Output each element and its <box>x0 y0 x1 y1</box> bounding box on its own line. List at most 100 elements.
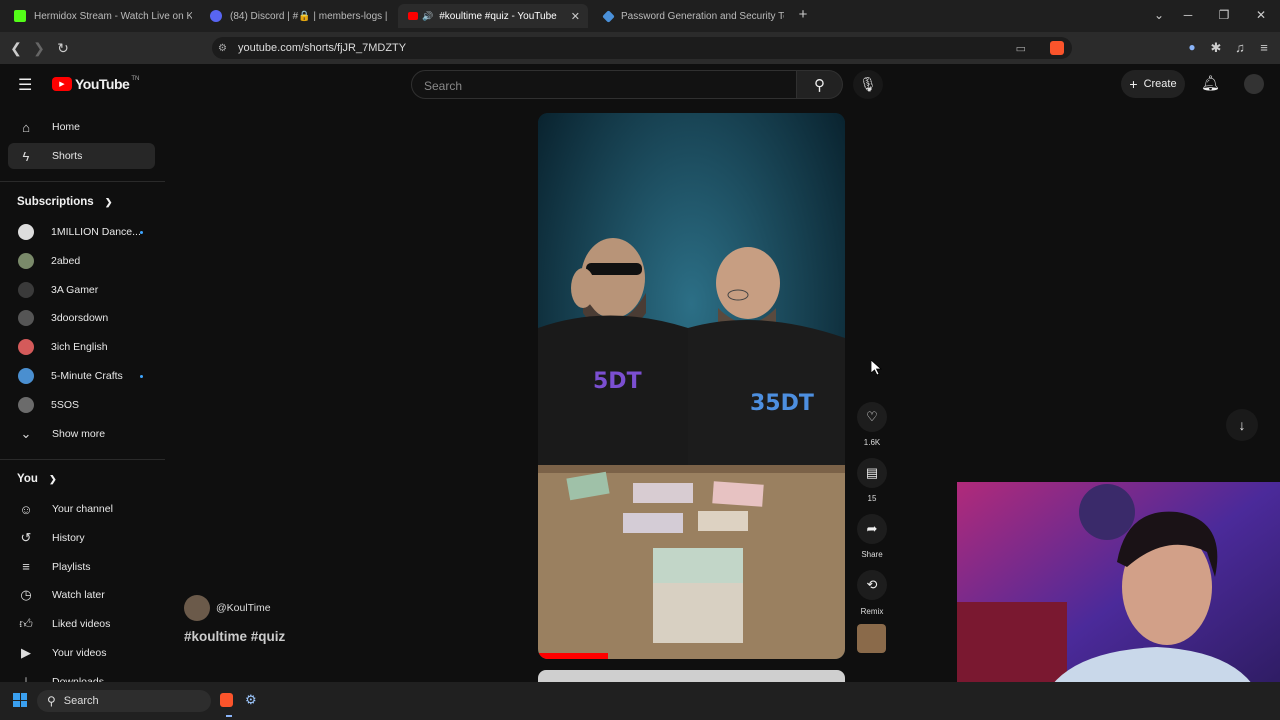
forward-icon[interactable]: ❯ <box>31 40 47 57</box>
close-window-icon[interactable]: ✕ <box>1253 8 1269 22</box>
windows-start-icon[interactable] <box>13 693 27 707</box>
svg-text:5DT: 5DT <box>593 369 642 394</box>
sidebar-item-label: History <box>52 531 85 544</box>
like-button[interactable]: ♡ <box>857 402 887 432</box>
sidebar-item-your-channel[interactable]: ☺ Your channel <box>8 496 155 522</box>
mouse-cursor-icon <box>871 360 883 376</box>
tab-discord[interactable]: (84) Discord | #🔒 | members-logs | <box>200 4 388 28</box>
profile-icon[interactable]: ● <box>1184 40 1200 54</box>
channel-name[interactable]: @KoulTime <box>216 602 271 614</box>
search-input[interactable]: Search <box>411 70 797 99</box>
sidebar: ⌂ Home ϟ Shorts Subscriptions ❯ 1MILLION… <box>0 104 165 682</box>
notifications-bell-icon[interactable]: 🔔︎ <box>1201 74 1220 92</box>
windows-taskbar: ⚲ Search ⚙ <box>0 682 1280 720</box>
close-tab-icon[interactable]: ✕ <box>571 10 580 23</box>
sound-thumbnail[interactable] <box>857 624 886 653</box>
sidebar-item-home[interactable]: ⌂ Home <box>8 114 155 140</box>
share-button[interactable]: ➦ <box>857 514 887 544</box>
youtube-play-icon: ▶ <box>52 77 72 91</box>
home-icon: ⌂ <box>22 119 30 135</box>
search-icon: ⚲ <box>814 76 825 94</box>
next-short-button[interactable]: ↓ <box>1226 409 1258 441</box>
steam-taskbar-icon[interactable]: ⚙ <box>245 692 257 708</box>
show-more-button[interactable]: ⌄ Show more <box>8 421 155 447</box>
new-tab-icon[interactable]: + <box>795 6 811 23</box>
shorts-icon: ϟ <box>22 148 30 164</box>
comments-button[interactable]: ▤ <box>857 458 887 488</box>
subscription-name: 3A Gamer <box>51 283 99 296</box>
brave-shield-icon[interactable] <box>1050 41 1064 55</box>
subscription-item[interactable]: 3ich English <box>8 334 155 360</box>
sidebar-item-playlists[interactable]: ≡ Playlists <box>8 554 155 580</box>
you-header[interactable]: You ❯ <box>17 473 57 485</box>
short-video-player[interactable]: 5DT 35DT <box>538 113 845 659</box>
taskbar-search[interactable]: ⚲ Search <box>37 690 211 712</box>
channel-avatar <box>18 339 34 356</box>
subscription-name: 1MILLION Dance... <box>51 226 141 238</box>
svg-text:35DT: 35DT <box>750 391 814 416</box>
new-content-dot <box>140 230 143 234</box>
sidebar-item-label: Show more <box>52 428 106 440</box>
comment-count: 15 <box>867 494 877 503</box>
sidebar-item-label: Your videos <box>52 647 107 659</box>
youtube-logo[interactable]: ▶ YouTube TN <box>52 76 139 92</box>
minimize-icon[interactable]: ─ <box>1180 8 1196 22</box>
sidebar-item-shorts[interactable]: ϟ Shorts <box>8 143 155 169</box>
brave-taskbar-icon[interactable] <box>220 693 233 707</box>
media-icon[interactable]: ♫ <box>1232 40 1248 55</box>
person-icon: ☺ <box>19 501 33 517</box>
sidebar-item-label: Playlists <box>52 560 91 573</box>
arrow-down-icon: ↓ <box>1238 417 1246 433</box>
divider <box>0 459 165 460</box>
youtube-masthead: ☰ ▶ YouTube TN Search ⚲ 🎙 + Create 🔔︎ <box>0 64 1280 104</box>
site-info-icon[interactable]: ⚙ <box>218 43 227 54</box>
channel-avatar <box>18 252 34 269</box>
avatar[interactable] <box>1244 74 1264 94</box>
subscription-item[interactable]: 1MILLION Dance... <box>8 219 155 245</box>
voice-search-button[interactable]: 🎙 <box>853 70 883 99</box>
channel-avatar <box>18 396 34 413</box>
subscription-name: 3doorsdown <box>51 312 109 325</box>
channel-avatar[interactable] <box>184 595 210 621</box>
subscription-item[interactable]: 3A Gamer <box>8 277 155 303</box>
subscription-item[interactable]: 5SOS <box>8 392 155 418</box>
sidebar-item-history[interactable]: ↺ History <box>8 525 155 551</box>
sidebar-item-label: Watch later <box>52 589 105 602</box>
tab-youtube[interactable]: 🔊 #koultime #quiz - YouTube ✕ <box>398 4 588 28</box>
extensions-icon[interactable]: ✱ <box>1208 40 1224 56</box>
subscriptions-header[interactable]: Subscriptions ❯ <box>17 196 112 208</box>
tab-list-icon[interactable]: ⌄ <box>1151 8 1167 22</box>
cast-icon[interactable]: ▭ <box>1016 42 1026 55</box>
search-icon: ⚲ <box>47 694 56 708</box>
subscription-name: 5-Minute Crafts <box>51 370 123 382</box>
plus-icon: + <box>1129 76 1138 92</box>
create-button[interactable]: + Create <box>1121 70 1185 98</box>
like-count: 1.6K <box>863 438 881 447</box>
download-icon: ⤓ <box>23 673 29 682</box>
sidebar-item-watch-later[interactable]: ◷ Watch later <box>8 582 155 608</box>
sidebar-item-your-videos[interactable]: ▶ Your videos <box>8 640 155 666</box>
tab-password[interactable]: Password Generation and Security Te <box>594 4 784 28</box>
back-icon[interactable]: ❮ <box>8 40 24 57</box>
reload-icon[interactable]: ↻ <box>55 40 71 57</box>
remix-button[interactable]: ⟲ <box>857 570 887 600</box>
subscription-item[interactable]: 2abed <box>8 248 155 274</box>
subscription-item[interactable]: 3doorsdown <box>8 305 155 331</box>
subscription-item[interactable]: 5-Minute Crafts <box>8 363 155 389</box>
browser-tab-bar: Hermidox Stream - Watch Live on Ki (84) … <box>0 0 1280 32</box>
next-short-preview[interactable] <box>538 670 845 682</box>
tab-title: Hermidox Stream - Watch Live on Ki <box>34 10 192 22</box>
remix-icon: ⟲ <box>866 577 878 592</box>
sidebar-item-downloads[interactable]: ⤓ Downloads <box>8 669 155 682</box>
restore-icon[interactable]: ❐ <box>1216 8 1232 22</box>
sidebar-item-liked-videos[interactable]: 👍︎ Liked videos <box>8 611 155 637</box>
speaker-icon[interactable]: 🔊 <box>422 11 433 22</box>
tab-hermidox[interactable]: Hermidox Stream - Watch Live on Ki <box>4 4 192 28</box>
short-channel[interactable]: @KoulTime <box>184 595 271 621</box>
short-title[interactable]: #koultime #quiz <box>184 629 285 644</box>
tab-title: #koultime #quiz - YouTube <box>439 10 557 22</box>
hamburger-menu-icon[interactable]: ☰ <box>18 75 32 95</box>
menu-icon[interactable]: ≡ <box>1256 40 1272 55</box>
search-button[interactable]: ⚲ <box>797 70 843 99</box>
url-field[interactable]: ⚙ youtube.com/shorts/fjJR_7MDZTY ▭ <box>212 37 1072 59</box>
